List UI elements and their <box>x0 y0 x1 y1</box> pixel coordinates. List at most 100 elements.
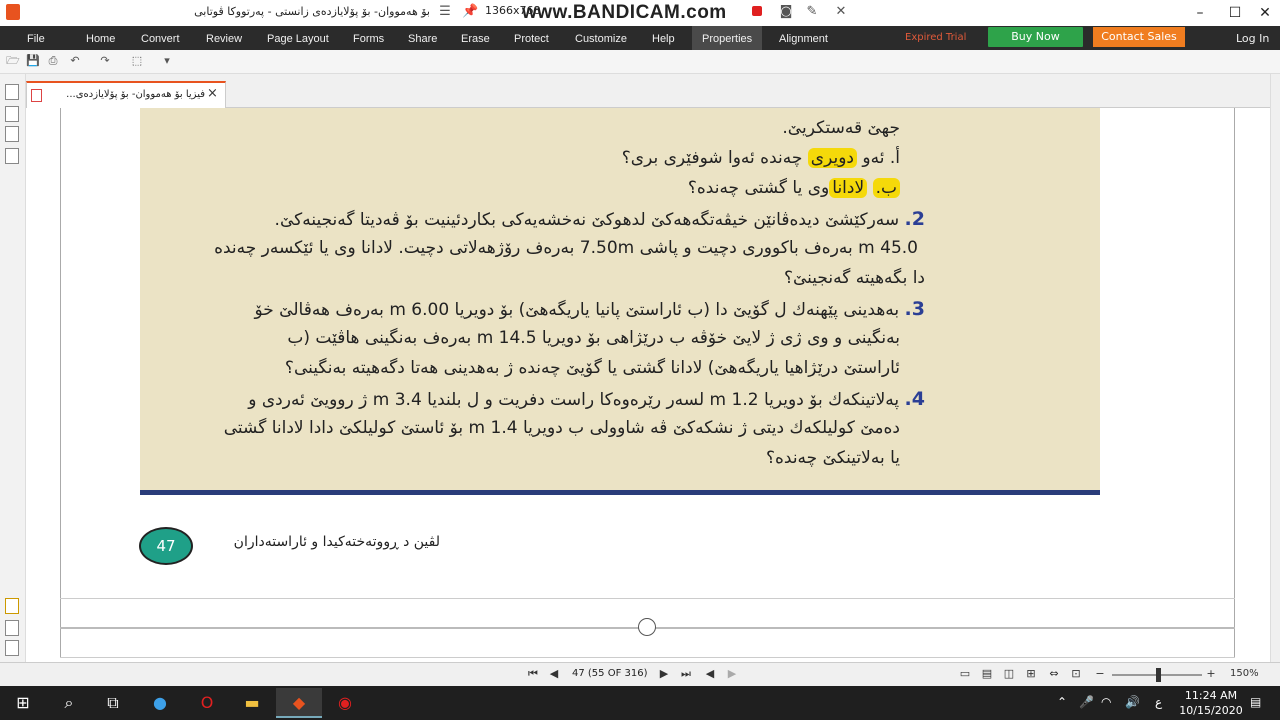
last-page-icon[interactable]: ⏭ <box>679 667 693 681</box>
pdf-app-icon[interactable]: ◆ <box>276 688 322 718</box>
customize-toolbar-icon[interactable]: ▾ <box>160 54 174 68</box>
menu-lines-icon[interactable]: ☰ <box>437 4 453 20</box>
chapter-caption: لڤین د ڕووتەختەکیدا و ئاراستەداران <box>233 534 440 550</box>
minimize-button[interactable]: – <box>1183 2 1217 24</box>
quick-access-toolbar: 🗁 💾 ⎙ ↶ ↷ ⬚ ▾ <box>0 50 1280 74</box>
highlighted-word: دویری <box>807 148 857 168</box>
save-icon[interactable]: 💾 <box>26 54 40 68</box>
redo-icon[interactable]: ↷ <box>98 54 112 68</box>
facing-page-icon[interactable]: ◫ <box>1002 667 1016 681</box>
question-number: 3. <box>904 298 925 320</box>
search-icon[interactable]: ⌕ <box>46 688 92 718</box>
open-folder-icon[interactable]: 🗁 <box>6 54 20 68</box>
menu-convert[interactable]: Convert <box>141 26 180 50</box>
pages-icon[interactable] <box>5 84 19 100</box>
highlighted-word: لادانا <box>829 178 868 198</box>
opera-icon[interactable]: O <box>184 688 230 718</box>
close-button[interactable]: ✕ <box>1248 2 1280 24</box>
windows-taskbar: ⊞ ⌕ ⧉ ● O ▬ ◆ ◉ ⌃ 🎤 ◠ 🔊 ع 11:24 AM 10/15… <box>0 686 1280 720</box>
record-icon[interactable] <box>752 6 762 16</box>
contact-sales-button[interactable]: Contact Sales <box>1093 27 1185 47</box>
prev-page-icon[interactable]: ◀ <box>547 667 561 681</box>
exercise-line: جهێ قەستکریێ. <box>782 118 900 138</box>
page-indicator-input[interactable]: 47 (55 OF 316) <box>572 668 648 679</box>
title-bar: بۆ هەمووان- بۆ پۆلایازدەی زانستی - پەرتو… <box>0 0 1280 26</box>
input-language[interactable]: ع <box>1155 695 1162 709</box>
page-number-badge: 47 <box>139 527 193 565</box>
highlighted-word: ب. <box>872 178 900 198</box>
notifications-icon[interactable]: ▤ <box>1250 695 1261 709</box>
microphone-icon[interactable]: 🎤 <box>1079 695 1094 709</box>
edge-icon[interactable]: ● <box>137 688 183 718</box>
camera-icon[interactable]: ◙ <box>778 4 794 20</box>
zoom-slider-knob[interactable] <box>1156 668 1161 682</box>
zoom-level[interactable]: 150% <box>1230 668 1259 679</box>
split-handle-icon[interactable] <box>638 618 656 636</box>
layers-icon[interactable] <box>5 640 19 656</box>
pdf-file-icon <box>31 89 42 102</box>
task-view-icon[interactable]: ⧉ <box>90 688 136 718</box>
attachments-icon[interactable] <box>5 126 19 142</box>
link-icon[interactable] <box>5 620 19 636</box>
menu-forms[interactable]: Forms <box>353 26 384 50</box>
pin-icon[interactable]: 📌 <box>462 4 478 20</box>
select-icon[interactable]: ⬚ <box>130 54 144 68</box>
single-page-icon[interactable]: ▭ <box>958 667 972 681</box>
menu-help[interactable]: Help <box>652 26 675 50</box>
start-icon[interactable]: ⊞ <box>0 688 46 718</box>
menu-review[interactable]: Review <box>206 26 242 50</box>
page-border-left <box>60 108 61 658</box>
clock-date[interactable]: 10/15/2020 <box>1176 704 1246 717</box>
zoom-in-icon[interactable]: + <box>1204 667 1218 681</box>
document-tab[interactable]: فیزیا بۆ هەمووان- بۆ پۆلایازدەی... × <box>26 81 226 108</box>
vertical-scrollbar[interactable] <box>1270 74 1280 664</box>
exercise-line: دەمێ کولیلکەك دیتی ژ نشکەکێ ڤە شاوولی ب … <box>223 418 900 438</box>
next-page-icon[interactable]: ▶ <box>657 667 671 681</box>
tray-chevron-icon[interactable]: ⌃ <box>1057 695 1067 709</box>
zoom-out-icon[interactable]: − <box>1093 667 1107 681</box>
exercise-line: یا بەلاتینکێ چەندە؟ <box>765 448 900 468</box>
continuous-page-icon[interactable]: ▤ <box>980 667 994 681</box>
exercise-line: ئاراستێ درێژاهیا یاریگەهێ) لادانا گشتی ی… <box>284 358 900 378</box>
pencil-icon[interactable]: ✎ <box>804 4 820 20</box>
page-divider <box>60 657 1235 658</box>
login-link[interactable]: Log In <box>1236 26 1269 52</box>
item-letter: أ. <box>889 148 900 168</box>
exercise-line: أ. ئەو دویری چەندە ئەوا شوفێری بری؟ <box>621 148 900 168</box>
comments-icon[interactable] <box>5 598 19 614</box>
security-icon[interactable] <box>5 148 19 164</box>
menu-page-layout[interactable]: Page Layout <box>267 26 329 50</box>
maximize-button[interactable]: ☐ <box>1218 2 1252 24</box>
file-explorer-icon[interactable]: ▬ <box>229 688 275 718</box>
volume-icon[interactable]: 🔊 <box>1125 695 1140 709</box>
close-tab-icon[interactable]: × <box>207 86 218 101</box>
buy-now-button[interactable]: Buy Now <box>988 27 1083 47</box>
menu-properties[interactable]: Properties <box>692 26 763 50</box>
menu-customize[interactable]: Customize <box>575 26 627 50</box>
expired-trial-label: Expired Trial <box>905 32 967 43</box>
menu-share[interactable]: Share <box>408 26 437 50</box>
forward-view-icon[interactable]: ▶ <box>725 667 739 681</box>
exercise-line: 45.0 m بەرەف باکووری دچیت و پاشی 7.50m ب… <box>214 238 918 258</box>
menu-protect[interactable]: Protect <box>514 26 549 50</box>
wifi-icon[interactable]: ◠ <box>1101 695 1111 709</box>
menu-home[interactable]: Home <box>86 26 115 50</box>
menu-alignment[interactable]: Alignment <box>779 26 828 50</box>
first-page-icon[interactable]: ⏮ <box>526 667 540 681</box>
exercise-line: ب. لاداناوی یا گشتی چەندە؟ <box>688 178 900 198</box>
exercise-line: بەنگینی و وی ژی ژ لایێ خۆڤە ب درێژاهی بۆ… <box>287 328 900 348</box>
bookmarks-icon[interactable] <box>5 106 19 122</box>
undo-icon[interactable]: ↶ <box>68 54 82 68</box>
print-icon[interactable]: ⎙ <box>46 54 60 68</box>
clock-time[interactable]: 11:24 AM <box>1181 689 1241 702</box>
back-view-icon[interactable]: ◀ <box>703 667 717 681</box>
exercise-question-4: 4. پەلاتینکەك بۆ دویریا 1.2 m لسەر رێرەو… <box>248 388 925 410</box>
grid-view-icon[interactable]: ⊞ <box>1024 667 1038 681</box>
exercise-line: دا بگەهیتە گەنجینێ؟ <box>783 268 925 288</box>
bandicam-icon[interactable]: ◉ <box>322 688 368 718</box>
menu-erase[interactable]: Erase <box>461 26 490 50</box>
fit-width-icon[interactable]: ⇔ <box>1047 667 1061 681</box>
fit-page-icon[interactable]: ⊡ <box>1069 667 1083 681</box>
menu-file[interactable]: File <box>27 26 45 50</box>
close-overlay-icon[interactable]: ✕ <box>833 4 849 20</box>
